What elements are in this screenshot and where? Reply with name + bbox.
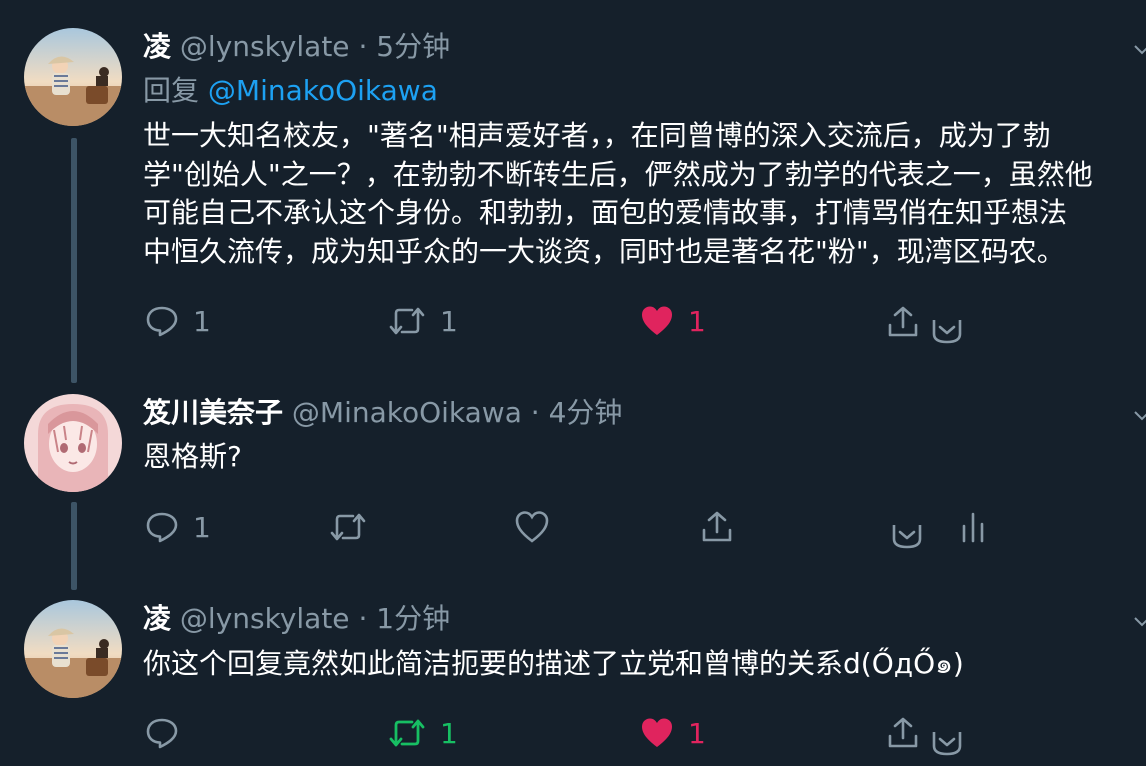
tweet-text: 世一大知名校友，"著名"相声爱好者，，在同曾博的深入交流后，成为了勃 学"创始人…	[143, 119, 1093, 268]
share-icon[interactable]	[886, 716, 920, 750]
chevron-down-icon[interactable]	[890, 517, 924, 551]
like-button[interactable]: 1	[640, 304, 706, 338]
like-count: 1	[688, 716, 706, 750]
tweet-header: 笈川美奈子 @MinakoOikawa · 4分钟	[143, 395, 622, 431]
chevron-down-icon[interactable]	[930, 724, 964, 758]
separator: ·	[530, 396, 540, 429]
author-handle[interactable]: @MinakoOikawa	[292, 396, 522, 429]
share-icon[interactable]	[886, 305, 920, 339]
reply-button[interactable]: 1	[145, 510, 211, 544]
tweet-header: 凌 @lynskylate · 5分钟	[143, 29, 450, 65]
chevron-down-icon[interactable]	[1132, 612, 1146, 632]
retweet-count: 1	[440, 716, 458, 750]
chevron-down-icon[interactable]	[930, 312, 964, 346]
reply-icon	[146, 512, 178, 543]
chevron-down-icon[interactable]	[1132, 406, 1146, 426]
thread-connector	[71, 138, 77, 383]
heart-icon[interactable]	[515, 510, 549, 544]
reply-label: 回复	[143, 74, 200, 107]
reply-mention-link[interactable]: @MinakoOikawa	[208, 74, 438, 107]
retweet-button[interactable]: 1	[388, 716, 458, 750]
reply-button[interactable]: 1	[145, 304, 211, 338]
retweet-count: 1	[440, 304, 458, 338]
author-handle[interactable]: @lynskylate	[180, 602, 350, 635]
reply-icon[interactable]	[145, 716, 179, 750]
analytics-icon[interactable]	[958, 510, 988, 544]
replying-to: 回复 @MinakoOikawa	[143, 73, 438, 109]
separator: ·	[358, 602, 368, 635]
tweet-header: 凌 @lynskylate · 1分钟	[143, 601, 450, 637]
conversation-thread: 凌 @lynskylate · 5分钟 回复 @MinakoOikawa 世一大…	[0, 0, 1146, 766]
reply-count: 1	[193, 510, 211, 544]
avatar[interactable]	[24, 394, 122, 492]
share-icon[interactable]	[700, 510, 734, 544]
chevron-down-icon[interactable]	[1132, 40, 1146, 60]
heart-icon	[642, 718, 672, 747]
retweet-icon	[389, 719, 425, 747]
timestamp[interactable]: 4分钟	[549, 396, 623, 429]
separator: ·	[358, 30, 368, 63]
avatar[interactable]	[24, 28, 122, 126]
retweet-button[interactable]: 1	[388, 304, 458, 338]
timestamp[interactable]: 5分钟	[376, 30, 450, 63]
like-count: 1	[688, 304, 706, 338]
author-handle[interactable]: @lynskylate	[180, 30, 350, 63]
author-name[interactable]: 凌	[143, 602, 171, 635]
reply-count: 1	[193, 304, 211, 338]
tweet-text: 恩格斯?	[143, 440, 242, 473]
timestamp[interactable]: 1分钟	[376, 602, 450, 635]
retweet-icon	[389, 307, 425, 335]
author-name[interactable]: 笈川美奈子	[143, 396, 283, 429]
reply-icon	[146, 306, 178, 337]
retweet-icon[interactable]	[329, 510, 367, 544]
avatar[interactable]	[24, 600, 122, 698]
heart-icon	[642, 306, 672, 335]
thread-connector	[71, 502, 77, 590]
like-button[interactable]: 1	[640, 716, 706, 750]
author-name[interactable]: 凌	[143, 30, 171, 63]
tweet-text: 你这个回复竟然如此简洁扼要的描述了立党和曾博的关系d(ŐдŐ๑)	[143, 647, 964, 680]
